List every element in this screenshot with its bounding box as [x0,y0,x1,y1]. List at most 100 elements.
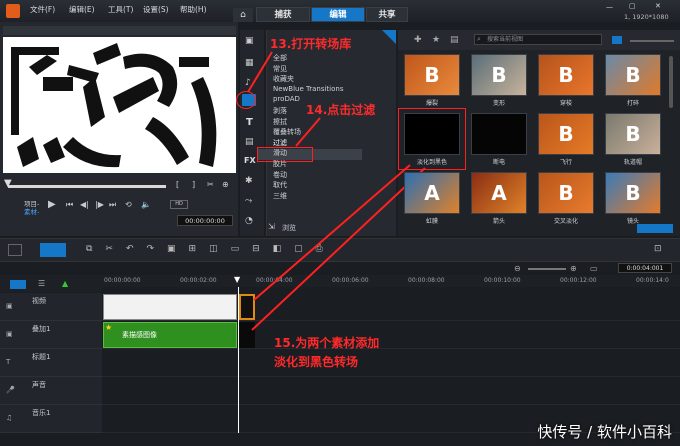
video-clip[interactable] [103,294,237,320]
transition-thumb[interactable]: B [471,54,527,96]
scrub-handle[interactable]: ▼ [4,178,12,189]
category-item[interactable]: proDAD [273,95,300,103]
chapter-icon[interactable]: ▲ [62,279,68,288]
speed-icon[interactable]: ◔ [245,216,253,226]
prev-frame-icon[interactable]: ◀| [80,200,89,209]
category-item[interactable]: 取代 [273,180,287,190]
transition-clip-overlay[interactable] [239,322,255,348]
start-icon[interactable]: ⏮ [66,200,73,210]
category-item[interactable]: 全部 [273,53,287,63]
transition-thumb[interactable]: B [605,172,661,214]
path-icon[interactable]: ⤳ [245,196,252,206]
view-toggle[interactable] [612,36,622,44]
watermark: 快传号 / 软件小百科 [537,423,672,441]
split-icon[interactable]: ✂ [207,180,214,189]
category-item[interactable]: 三维 [273,191,287,201]
preview-image [3,37,236,173]
browse-button[interactable]: 浏览 [282,223,296,233]
close-icon[interactable]: ✕ [655,2,661,10]
tab-capture[interactable]: 捕获 [256,7,310,22]
favorite-icon[interactable]: ★ [432,35,440,45]
transition-thumb[interactable] [471,113,527,155]
tab-share[interactable]: 共享 [366,7,408,22]
repeat-icon[interactable]: ⟲ [125,200,132,209]
menu-help[interactable]: 帮助(H) [180,4,207,15]
list-icon[interactable]: ☰ [38,279,45,288]
home-icon[interactable]: ⌂ [233,8,253,22]
hd-button[interactable]: HD [170,200,188,209]
category-item[interactable]: 擦拭 [273,117,287,127]
transition-clip-video[interactable] [239,294,255,320]
fx-icon[interactable]: FX [244,156,256,165]
transition-thumb[interactable]: B [538,172,594,214]
play-icon[interactable]: ▶ [48,199,56,210]
timeline-view-button[interactable] [40,243,66,257]
title-icon[interactable]: T [246,117,253,128]
add-icon[interactable]: ✚ [414,35,422,45]
annotation-15-line1: 15.为两个素材添加 [274,336,380,350]
menu-file[interactable]: 文件(F) [30,4,55,15]
category-item[interactable]: 胶片 [273,159,287,169]
library-scrollbar[interactable] [669,56,673,108]
zoom-out-icon[interactable]: ⊖ [514,264,521,273]
track-manager-button[interactable] [10,280,26,289]
instant-project-icon[interactable]: ▦ [245,58,254,68]
next-frame-icon[interactable]: |▶ [95,200,104,209]
zoom-in-icon[interactable]: ⊕ [570,264,577,273]
overlay-track-icon: ▣ [6,330,13,338]
tool-icons[interactable]: ⧉✂↶↷▣⊞◫▭⊟◧▢⎙ [86,244,336,254]
menu-tools[interactable]: 工具(T) [108,4,133,15]
transition-thumb[interactable]: B [605,113,661,155]
category-item[interactable]: 收藏夹 [273,74,294,84]
transition-thumb[interactable]: A [404,172,460,214]
zoom-slider[interactable] [528,268,566,270]
end-icon[interactable]: ⏭ [109,200,116,210]
zoom-icon[interactable]: ⊕ [222,180,229,189]
transition-thumb[interactable]: B [538,113,594,155]
category-item[interactable]: 剥落 [273,106,287,116]
timeline-timecode[interactable]: 0:00:04:001 [618,263,672,273]
sound-icon[interactable]: ♪ [245,78,251,88]
timecode-display[interactable]: 00:00:00:00 [177,215,233,226]
category-item[interactable]: 滑动 [273,148,287,158]
apply-icon[interactable]: ▤ [450,35,459,45]
transition-label: 打碎 [626,100,639,107]
maximize-icon[interactable]: ▢ [629,2,636,10]
tab-edit[interactable]: 编辑 [311,7,365,22]
menu-edit[interactable]: 编辑(E) [69,4,95,15]
category-item[interactable]: 卷动 [273,170,287,180]
thumb-size-slider[interactable] [630,40,674,42]
search-input[interactable]: 搜索当前视图 [474,34,602,45]
category-item[interactable]: 常见 [273,64,287,74]
search-icon: ⌕ [477,35,481,43]
transition-thumb[interactable]: A [471,172,527,214]
category-item[interactable]: NewBlue Transitions [273,85,343,93]
fit-icon[interactable]: ⊡ [654,244,662,254]
storyboard-view-button[interactable] [8,244,22,256]
app-logo-icon [6,4,20,18]
motion-icon[interactable]: ✱ [245,176,253,186]
transition-thumb[interactable]: B [538,54,594,96]
transition-thumb[interactable]: B [605,54,661,96]
mark-in-icon[interactable]: [ [176,180,179,189]
minimize-icon[interactable]: — [606,3,613,11]
library-view-buttons[interactable] [637,224,673,233]
graphics-icon[interactable]: ▤ [245,137,254,147]
menu-settings[interactable]: 设置(S) [143,4,169,15]
clip-label[interactable]: 素材- [24,206,39,216]
playhead-marker[interactable]: ▼ [234,275,240,284]
category-item[interactable]: 过滤 [273,138,287,148]
transition-label: 虹膜 [425,218,438,225]
category-item[interactable]: 覆叠转场 [273,127,301,137]
media-icon[interactable]: ▣ [245,36,254,46]
timeline-ruler[interactable]: 00:00:00:00 00:00:02:00 00:00:04:00 00:0… [102,275,680,287]
browse-icon[interactable]: ⇲ [268,222,275,231]
lane-voice[interactable] [102,377,680,405]
volume-icon[interactable]: 🔈 [141,200,151,209]
scrub-bar[interactable] [8,185,166,188]
fit-project-icon[interactable]: ▭ [590,264,598,273]
transition-thumb[interactable] [404,113,460,155]
lane-title[interactable] [102,349,680,377]
mark-out-icon[interactable]: ] [192,180,195,189]
transition-thumb[interactable]: B [404,54,460,96]
